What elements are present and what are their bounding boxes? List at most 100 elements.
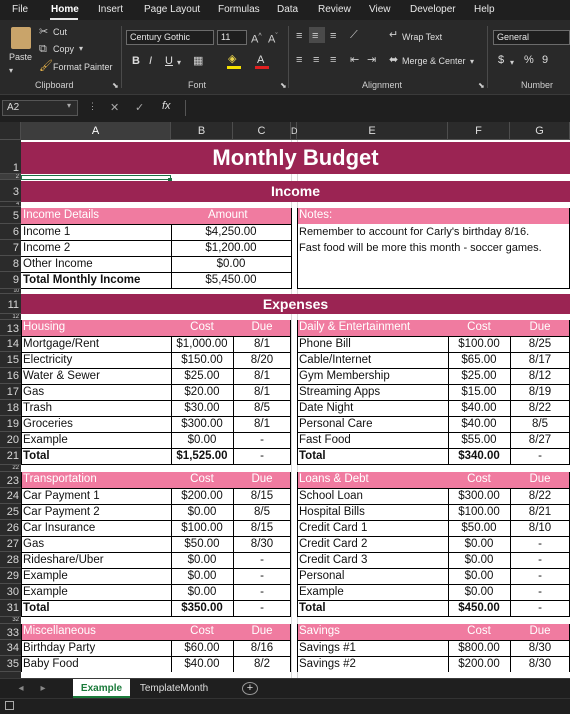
cancel-icon[interactable]: ✕ xyxy=(110,101,119,114)
row-header[interactable]: 20 xyxy=(0,432,21,448)
chevron-down-icon[interactable]: ▾ xyxy=(470,56,474,68)
decrease-font-icon[interactable]: Aˇ xyxy=(268,31,278,46)
align-middle-icon[interactable]: ≡ xyxy=(312,30,318,42)
menu-tab-view[interactable]: View xyxy=(369,4,391,15)
row-header[interactable]: 25 xyxy=(0,504,21,520)
copy-icon[interactable]: ⧉ xyxy=(39,43,47,55)
menu-tab-data[interactable]: Data xyxy=(277,4,298,15)
chevron-down-icon[interactable]: ▾ xyxy=(67,101,71,110)
align-top-icon[interactable]: ≡ xyxy=(296,30,302,42)
accessibility-icon[interactable] xyxy=(5,701,14,710)
row-header[interactable]: 28 xyxy=(0,552,21,568)
row-header[interactable]: 32 xyxy=(0,617,21,624)
column-header-e[interactable]: E xyxy=(297,122,448,140)
underline-button[interactable]: U xyxy=(165,55,173,67)
align-center-icon[interactable]: ≡ xyxy=(313,54,319,66)
row-header[interactable]: 7 xyxy=(0,240,21,256)
menu-tab-home[interactable]: Home xyxy=(51,4,79,15)
column-header-c[interactable]: C xyxy=(233,122,291,140)
dialog-launcher-icon[interactable]: ⬊ xyxy=(478,80,485,92)
menu-tab-review[interactable]: Review xyxy=(318,4,351,15)
row-header[interactable]: 34 xyxy=(0,640,21,656)
wrap-text-icon[interactable]: ↵ xyxy=(389,29,398,41)
sheet-tab-templatemonth[interactable]: TemplateMonth xyxy=(133,679,215,698)
row-header[interactable]: 1 xyxy=(0,140,21,174)
copy-button[interactable]: Copy xyxy=(53,44,74,54)
currency-button[interactable]: $ xyxy=(498,54,504,66)
select-all-corner[interactable] xyxy=(0,122,21,140)
menu-tab-file[interactable]: File xyxy=(12,4,28,15)
format-painter-button[interactable]: Format Painter xyxy=(53,62,113,72)
row-header[interactable]: 26 xyxy=(0,520,21,536)
row-header[interactable]: 17 xyxy=(0,384,21,400)
row-header[interactable]: 6 xyxy=(0,224,21,240)
row-header[interactable]: 14 xyxy=(0,336,21,352)
menu-tab-page-layout[interactable]: Page Layout xyxy=(144,4,200,15)
font-name-select[interactable]: Century Gothic xyxy=(126,30,214,45)
chevron-down-icon[interactable]: ▾ xyxy=(510,57,514,69)
menu-tab-insert[interactable]: Insert xyxy=(98,4,123,15)
row-header[interactable]: 21 xyxy=(0,448,21,465)
row-header[interactable]: 31 xyxy=(0,600,21,617)
fill-color-icon[interactable]: ◈ xyxy=(228,53,236,65)
row-header[interactable]: 3 xyxy=(0,180,21,202)
comma-button[interactable]: 9 xyxy=(542,54,548,66)
row-header[interactable]: 27 xyxy=(0,536,21,552)
bold-button[interactable]: B xyxy=(132,55,140,67)
sheet-tab-example[interactable]: Example xyxy=(73,679,130,698)
paste-button[interactable]: Paste xyxy=(9,52,32,62)
dialog-launcher-icon[interactable]: ⬊ xyxy=(112,80,119,92)
row-header[interactable]: 11 xyxy=(0,294,21,314)
column-header-b[interactable]: B xyxy=(171,122,233,140)
row-header[interactable]: 30 xyxy=(0,584,21,600)
menu-tab-help[interactable]: Help xyxy=(474,4,495,15)
row-header[interactable]: 29 xyxy=(0,568,21,584)
sheet-grid[interactable]: Monthly Budget Income Income Details Amo… xyxy=(21,140,570,678)
italic-button[interactable]: I xyxy=(149,55,152,67)
row-header[interactable]: 19 xyxy=(0,416,21,432)
percent-button[interactable]: % xyxy=(524,54,534,66)
row-header[interactable]: 9 xyxy=(0,272,21,289)
row-header[interactable]: 33 xyxy=(0,624,21,640)
enter-icon[interactable]: ✓ xyxy=(135,101,144,114)
font-color-icon[interactable]: A xyxy=(257,54,264,66)
row-header[interactable]: 22 xyxy=(0,465,21,472)
row-header[interactable]: 18 xyxy=(0,400,21,416)
selected-cell-a2[interactable] xyxy=(21,175,171,180)
row-header[interactable]: 24 xyxy=(0,488,21,504)
chevron-down-icon[interactable]: ▾ xyxy=(9,65,13,77)
scroll-left-icon[interactable]: ◂ xyxy=(14,679,28,698)
menu-tab-developer[interactable]: Developer xyxy=(410,4,456,15)
column-header-f[interactable]: F xyxy=(448,122,510,140)
increase-indent-icon[interactable]: ⇥ xyxy=(367,54,376,66)
row-header[interactable]: 8 xyxy=(0,256,21,272)
align-left-icon[interactable]: ≡ xyxy=(296,54,302,66)
row-header[interactable]: 5 xyxy=(0,207,21,224)
dialog-launcher-icon[interactable]: ⬊ xyxy=(280,80,287,92)
scroll-right-icon[interactable]: ▸ xyxy=(36,679,50,698)
cut-icon[interactable]: ✂ xyxy=(39,26,48,38)
row-header[interactable]: 23 xyxy=(0,472,21,488)
paste-icon[interactable] xyxy=(11,27,31,49)
align-right-icon[interactable]: ≡ xyxy=(330,54,336,66)
increase-font-icon[interactable]: A^ xyxy=(251,31,262,46)
decrease-indent-icon[interactable]: ⇤ xyxy=(350,54,359,66)
format-painter-icon[interactable]: 🖌 xyxy=(39,60,53,72)
borders-icon[interactable]: ▦ xyxy=(193,55,203,67)
row-header[interactable]: 15 xyxy=(0,352,21,368)
chevron-down-icon[interactable]: ▾ xyxy=(177,57,181,69)
merge-icon[interactable]: ⬌ xyxy=(389,54,398,66)
add-sheet-button[interactable]: + xyxy=(242,682,258,695)
chevron-down-icon[interactable]: ▾ xyxy=(79,43,83,55)
insert-function-icon[interactable]: fx xyxy=(162,100,171,112)
orientation-icon[interactable]: ⟋ xyxy=(350,29,358,41)
column-header-g[interactable]: G xyxy=(510,122,570,140)
menu-tab-formulas[interactable]: Formulas xyxy=(218,4,260,15)
number-format-select[interactable]: General xyxy=(493,30,570,45)
font-size-select[interactable]: 11 xyxy=(217,30,247,45)
align-bottom-icon[interactable]: ≡ xyxy=(330,30,336,42)
formula-input[interactable] xyxy=(185,100,570,116)
cut-button[interactable]: Cut xyxy=(53,27,67,37)
row-header[interactable]: 35 xyxy=(0,656,21,672)
merge-center-button[interactable]: Merge & Center xyxy=(402,56,466,66)
